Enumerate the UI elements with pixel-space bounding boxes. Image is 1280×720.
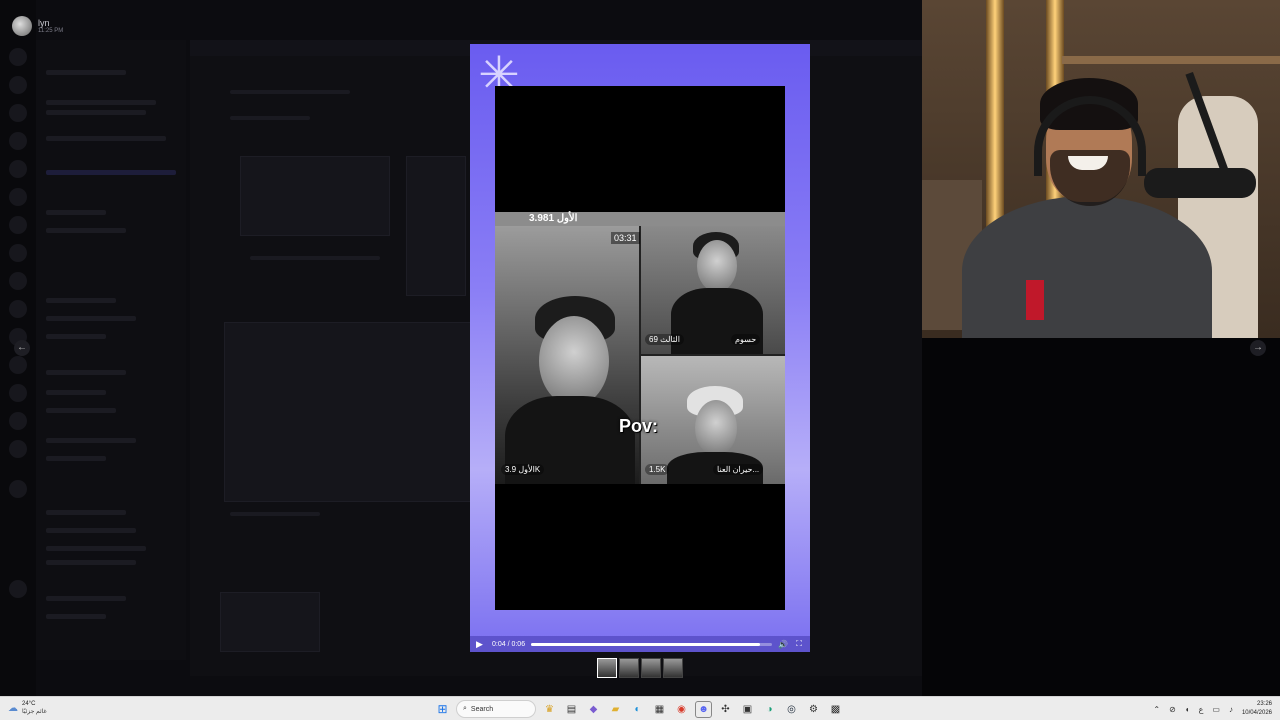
server-icon: [9, 580, 27, 598]
clock-date: 10/04/2026: [1241, 710, 1272, 716]
discord-icon[interactable]: ☻: [695, 700, 712, 718]
file-manager-icon[interactable]: ▤: [563, 701, 580, 718]
weather-widget[interactable]: ☁ 24°C غائم جزئيًا: [8, 700, 47, 716]
system-tray: ⌃ ⊘ ◖ ع ▭ ♪ 23:26 10/04/2026: [1153, 700, 1272, 718]
shelf: [1062, 56, 1280, 64]
webcam-overlay: [922, 0, 1280, 338]
playback-time: 0:04 / 0:06: [492, 640, 526, 648]
mic-icon[interactable]: ◖: [1185, 705, 1190, 714]
server-icon: [9, 384, 27, 402]
store-icon[interactable]: ▦: [651, 701, 668, 718]
participant-tile: 1.5K حيران العنا...: [641, 356, 785, 484]
chrome-icon[interactable]: ◉: [673, 701, 690, 718]
monitor-icon[interactable]: ▭: [1212, 705, 1220, 714]
thumbnail[interactable]: [641, 658, 661, 678]
server-icon: [9, 188, 27, 206]
tile-label: حسوم: [731, 334, 761, 345]
weather-desc: غائم جزئيًا: [22, 709, 47, 715]
shirt-print: [1026, 280, 1044, 320]
tile-label: 1.5K: [645, 464, 670, 475]
obs-icon[interactable]: ▩: [827, 701, 844, 718]
server-icon: [9, 356, 27, 374]
server-icon: [9, 244, 27, 262]
volume-icon[interactable]: ♪: [1229, 705, 1233, 714]
tile-label: الثالث 69: [645, 334, 684, 345]
crown-icon[interactable]: ♛: [541, 701, 558, 718]
tool-icon[interactable]: ✣: [717, 701, 734, 718]
search-icon: ⌕: [463, 705, 467, 712]
server-icon: [9, 132, 27, 150]
server-icon: [9, 440, 27, 458]
thumbnail[interactable]: [619, 658, 639, 678]
message-time: 11:25 PM: [38, 28, 64, 34]
person-body: [962, 196, 1212, 338]
viewer-count: 3.981 الأول: [529, 213, 578, 224]
server-icon: [9, 412, 27, 430]
start-icon[interactable]: ⊞: [434, 701, 451, 718]
user-info: lyn 11:25 PM: [12, 16, 63, 36]
play-icon[interactable]: ▶: [476, 639, 486, 650]
avatar: [12, 16, 32, 36]
next-button[interactable]: →: [1250, 340, 1266, 356]
server-icon: [9, 300, 27, 318]
video-content: 3.981 الأول الأول 3.9K الثالث 69 حسوم 1.…: [495, 212, 785, 484]
chevron-up-icon[interactable]: ⌃: [1153, 705, 1160, 714]
participant-tile: الأول 3.9K: [495, 226, 639, 484]
participant-tile: الثالث 69 حسوم: [641, 226, 785, 354]
taskbar-apps: ⊞ ⌕ Search ♛ ▤ ◆ ▰ ◐ ▦ ◉ ☻ ✣ ▣ ◑ ◎ ⚙ ▩: [434, 700, 844, 718]
clock[interactable]: 23:26 10/04/2026: [1242, 700, 1272, 718]
player-controls: ▶ 0:04 / 0:06 🔊 ⛶: [470, 636, 810, 652]
settings-icon[interactable]: ⚙: [805, 701, 822, 718]
seek-progress: [531, 642, 760, 646]
video-player[interactable]: ✳ 3.981 الأول الأول 3.9K الثالث 69 حسوم …: [470, 44, 810, 652]
call-timer: 03:31: [611, 232, 640, 244]
video-frame[interactable]: 3.981 الأول الأول 3.9K الثالث 69 حسوم 1.…: [495, 86, 785, 610]
server-icon: [9, 160, 27, 178]
search-placeholder: Search: [470, 705, 494, 713]
terminal-icon[interactable]: ▣: [739, 701, 756, 718]
volume-icon[interactable]: 🔊: [778, 640, 788, 649]
server-icon: [9, 48, 27, 66]
server-icon: [9, 76, 27, 94]
clock-time: 23:26: [1256, 701, 1272, 707]
video-caption: Pov:: [619, 416, 659, 436]
server-icon: [9, 104, 27, 122]
tile-label: حيران العنا...: [713, 464, 764, 475]
windows-taskbar: ☁ 24°C غائم جزئيًا ⊞ ⌕ Search ♛ ▤ ◆ ▰ ◐ …: [0, 696, 1280, 720]
edge-dev-icon[interactable]: ◑: [761, 701, 778, 718]
fullscreen-icon[interactable]: ⛶: [794, 639, 804, 649]
server-icon: [9, 480, 27, 498]
language-indicator[interactable]: ع: [1199, 705, 1204, 714]
previous-button[interactable]: ←: [14, 340, 30, 356]
weather-temp: 24°C: [22, 701, 36, 707]
steam-icon[interactable]: ◎: [783, 701, 800, 718]
search-input[interactable]: ⌕ Search: [456, 700, 536, 718]
server-icon: [9, 272, 27, 290]
live-header: 3.981 الأول: [495, 212, 785, 226]
thumbnail[interactable]: [597, 658, 617, 678]
seek-bar[interactable]: [531, 642, 772, 646]
network-icon[interactable]: ⊘: [1169, 705, 1176, 714]
channel-list: [36, 40, 186, 660]
folder-icon[interactable]: ▰: [607, 701, 624, 718]
cloud-sun-icon: ☁: [8, 702, 18, 714]
thumbnail[interactable]: [663, 658, 683, 678]
server-icon: [9, 216, 27, 234]
user-name: lyn: [38, 18, 50, 28]
tile-label: الأول 3.9K: [501, 464, 545, 475]
copilot-icon[interactable]: ◆: [585, 701, 602, 718]
screen: lyn 11:25 PM ← → ✳ 3.981 الأول الأول 3.9…: [0, 0, 1280, 720]
attachment-thumbnails: [597, 658, 683, 678]
edge-icon[interactable]: ◐: [629, 701, 646, 718]
microphone-icon: [1144, 168, 1256, 198]
